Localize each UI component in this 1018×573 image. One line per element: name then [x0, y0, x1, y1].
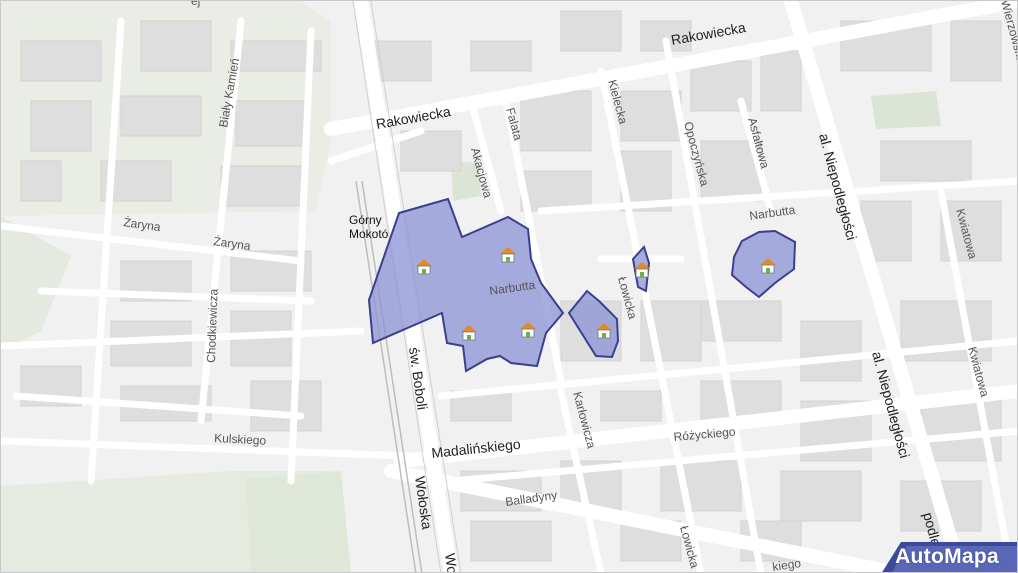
street-label: Chodkiewicza — [204, 288, 221, 363]
street-label: Wo — [442, 552, 461, 573]
street-label: Kulskiego — [214, 431, 267, 448]
street-label: ej — [191, 1, 200, 8]
svg-text:Górny: Górny — [349, 213, 382, 227]
street-label: kiego — [771, 556, 802, 573]
map-viewport[interactable]: Rakowiecka Rakowiecka Biały Kamień Akacj… — [0, 0, 1018, 573]
brand-name: AutoMapa — [895, 545, 999, 568]
map-canvas[interactable]: Rakowiecka Rakowiecka Biały Kamień Akacj… — [1, 1, 1018, 573]
brand-logo: AutoMapa — [867, 542, 1017, 572]
svg-text:Mokotó: Mokotó — [349, 227, 389, 241]
